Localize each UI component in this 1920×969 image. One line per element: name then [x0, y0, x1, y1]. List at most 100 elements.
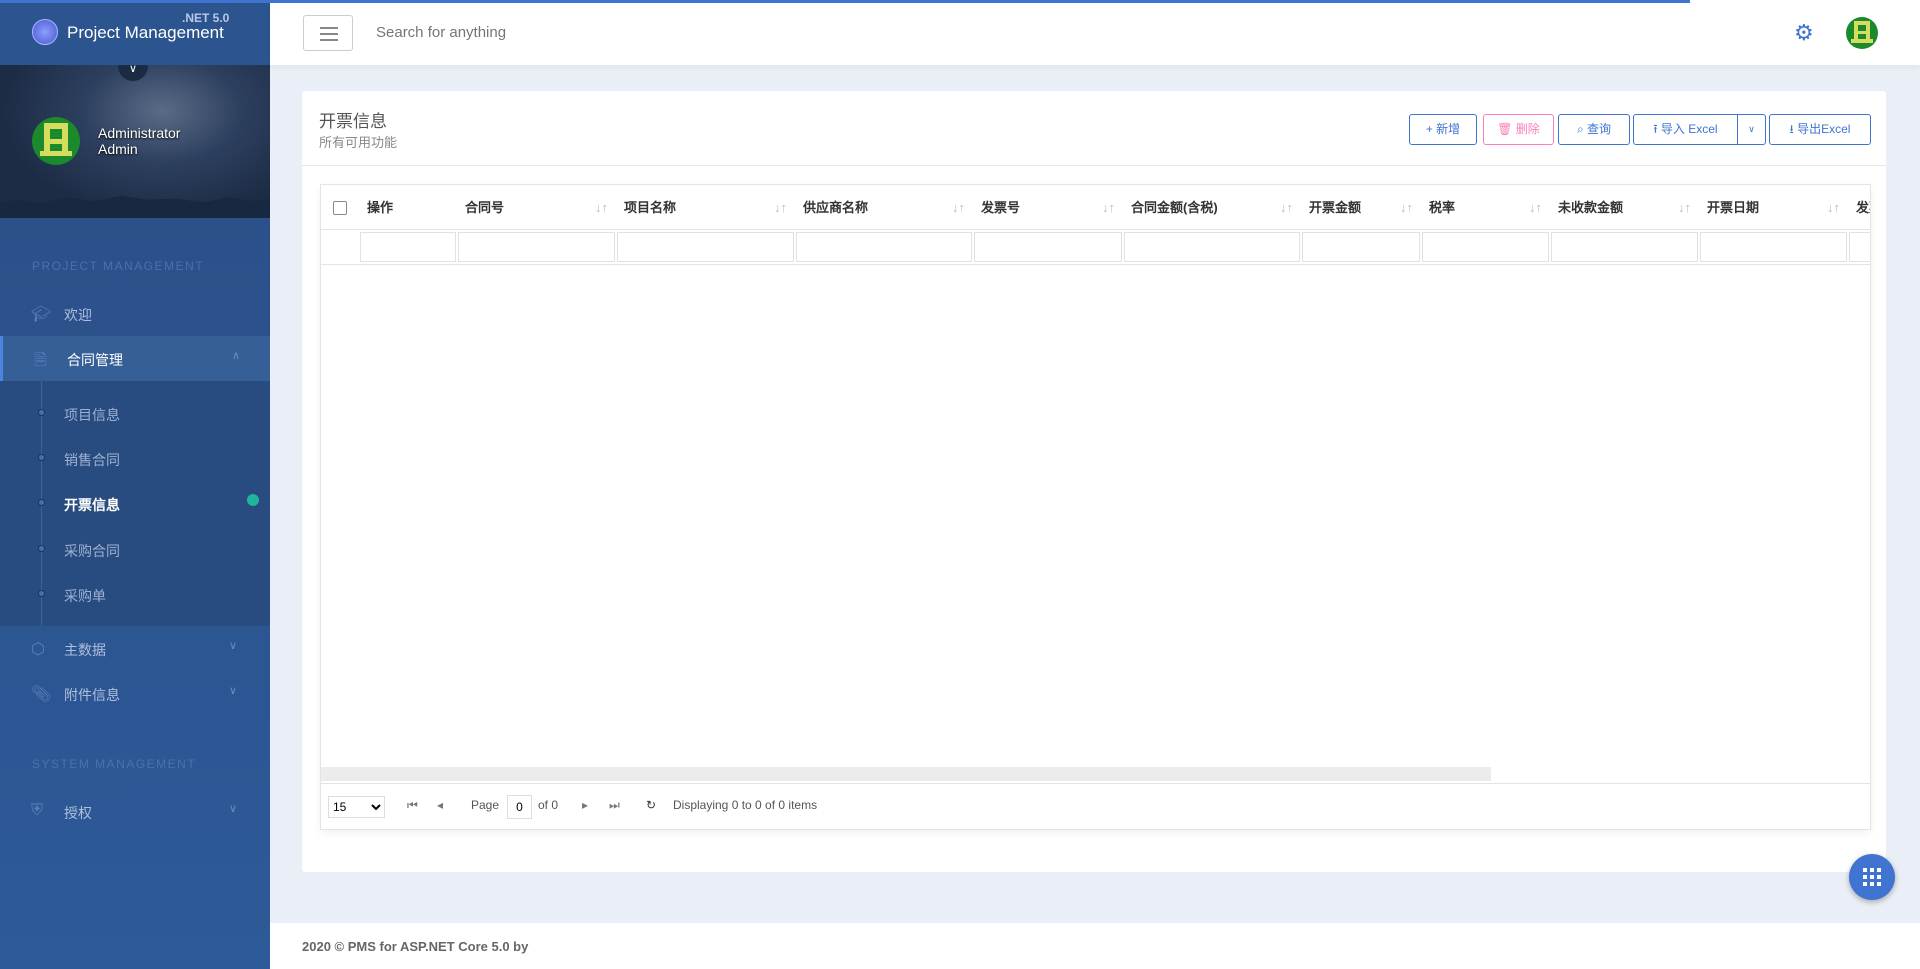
column-header-label: 开票日期: [1707, 200, 1760, 215]
user-banner: ∨ Administrator Admin: [0, 65, 270, 218]
column-header[interactable]: 项目名称 ↓↑: [616, 185, 795, 230]
sidebar-item-attachments[interactable]: 📎︎ 附件信息 ∨: [0, 671, 270, 716]
refresh-icon[interactable]: ↻: [646, 798, 656, 812]
column-filter-input[interactable]: [974, 232, 1122, 262]
column-filter-input[interactable]: [1302, 232, 1420, 262]
sort-icon[interactable]: ↓↑: [952, 185, 965, 230]
sidebar-item-welcome[interactable]: 🎓︎ 欢迎: [0, 291, 270, 336]
column-header-label: 供应商名称: [803, 200, 869, 215]
avatar[interactable]: [32, 117, 80, 165]
column-header-label: 合同号: [465, 200, 505, 215]
sidebar-item-label: 项目信息: [64, 407, 120, 423]
column-header[interactable]: 开票日期 ↓↑: [1699, 185, 1848, 230]
column-filter-input[interactable]: [1551, 232, 1698, 262]
column-header[interactable]: 未收款金额 ↓↑: [1550, 185, 1699, 230]
chevron-down-icon[interactable]: ∨: [118, 65, 148, 81]
sort-icon[interactable]: ↓↑: [1529, 185, 1542, 230]
gear-icon[interactable]: ⚙: [1794, 20, 1814, 46]
avatar[interactable]: [1846, 17, 1878, 49]
first-page-icon[interactable]: ⏮︎: [407, 798, 418, 813]
sidebar-subitem-purchase-contract[interactable]: 采购合同: [0, 529, 270, 569]
sidebar-subitem-sales-contract[interactable]: 销售合同: [0, 438, 270, 478]
column-header[interactable]: 发票↓↑: [1848, 185, 1870, 230]
submenu: 项目信息 销售合同 开票信息 采购合同 采购单: [0, 381, 270, 626]
user-name: Administrator: [98, 125, 181, 141]
last-page-icon[interactable]: ⏭︎: [609, 798, 620, 813]
sort-icon[interactable]: ↓↑: [595, 185, 608, 230]
column-filter-input[interactable]: [1700, 232, 1847, 262]
page-count: of 0: [538, 798, 559, 812]
topbar: ⚙: [270, 0, 1920, 65]
display-info: Displaying 0 to 0 of 0 items: [673, 798, 818, 812]
column-header-label: 未收款金额: [1558, 200, 1624, 215]
sidebar-item-label: 授权: [64, 805, 92, 821]
sort-icon[interactable]: ↓↑: [1678, 185, 1691, 230]
column-header[interactable]: 供应商名称 ↓↑: [795, 185, 973, 230]
query-button[interactable]: ⌕ 查询: [1558, 114, 1630, 145]
divider: [302, 165, 1886, 166]
trash-icon: 🗑︎: [1497, 122, 1516, 136]
column-header[interactable]: 合同金额(含税) ↓↑: [1123, 185, 1301, 230]
chevron-down-icon: ∨: [1748, 124, 1755, 134]
search-input[interactable]: [376, 24, 676, 41]
column-header[interactable]: 操作: [359, 185, 457, 230]
sidebar-subitem-invoice-info[interactable]: 开票信息: [0, 483, 270, 523]
page-size-select[interactable]: 15: [328, 796, 385, 818]
sidebar-item-master-data[interactable]: ⬡ 主数据 ∨: [0, 626, 270, 671]
sidebar: Project Management .NET 5.0 ∨ Administra…: [0, 0, 270, 969]
chevron-down-icon: ∨: [229, 640, 238, 652]
column-header[interactable]: 合同号 ↓↑: [457, 185, 616, 230]
sidebar-subitem-project-info[interactable]: 项目信息: [0, 393, 270, 433]
horizontal-scrollbar[interactable]: [321, 767, 1491, 781]
column-filter-input[interactable]: [1422, 232, 1549, 262]
column-header[interactable]: 开票金额 ↓↑: [1301, 185, 1421, 230]
sidebar-item-authorization[interactable]: ⛨ 授权 ∨: [0, 789, 270, 834]
sidebar-item-label: 采购合同: [64, 543, 120, 559]
column-filter-input[interactable]: [1849, 232, 1870, 262]
column-filter-input[interactable]: [1124, 232, 1300, 262]
brand-version: .NET 5.0: [182, 11, 230, 25]
user-role: Admin: [98, 141, 138, 157]
sort-icon[interactable]: ↓↑: [1400, 185, 1413, 230]
import-label: 导入 Excel: [1660, 122, 1718, 136]
export-excel-button[interactable]: ⭳ 导出Excel: [1769, 114, 1871, 145]
apps-grid-button[interactable]: [1849, 854, 1895, 900]
column-header-label: 税率: [1429, 200, 1456, 215]
footer: 2020 © PMS for ASP.NET Core 5.0 by: [270, 923, 1920, 969]
delete-button[interactable]: 🗑︎ 删除: [1483, 114, 1554, 145]
page-title: 开票信息: [319, 112, 387, 131]
column-filter-input[interactable]: [796, 232, 972, 262]
sort-icon[interactable]: ↓↑: [1827, 185, 1840, 230]
column-filter-input[interactable]: [617, 232, 794, 262]
sort-icon[interactable]: ↓↑: [1102, 185, 1115, 230]
delete-label: 删除: [1515, 122, 1540, 136]
section-project-management: PROJECT MANAGEMENT: [32, 259, 205, 273]
search-icon: ⌕: [1576, 122, 1588, 136]
prev-page-icon[interactable]: ◂: [437, 798, 443, 812]
sort-icon[interactable]: ↓↑: [774, 185, 787, 230]
paperclip-icon: 📎︎: [31, 686, 52, 703]
chevron-down-icon: ∨: [229, 803, 238, 815]
next-page-icon[interactable]: ▸: [582, 798, 588, 812]
menu-toggle-button[interactable]: [303, 15, 353, 51]
sidebar-item-label: 合同管理: [67, 352, 123, 368]
column-filter-input[interactable]: [360, 232, 456, 262]
query-label: 查询: [1587, 122, 1612, 136]
select-all-checkbox[interactable]: [333, 201, 347, 215]
invoice-table: 操作 合同号 ↓↑ 项目名称 ↓↑ 供应商名称 ↓↑ 发票号 ↓↑ 合同金额(含税) ↓↑ 开票金额 ↓…: [320, 184, 1871, 830]
sidebar-item-label: 主数据: [64, 642, 106, 658]
footer-text: 2020 © PMS for ASP.NET Core 5.0 by: [302, 939, 529, 954]
brand[interactable]: Project Management .NET 5.0: [0, 0, 270, 65]
column-header[interactable]: 发票号 ↓↑: [973, 185, 1123, 230]
page-input[interactable]: 0: [507, 795, 532, 819]
sort-icon[interactable]: ↓↑: [1280, 185, 1293, 230]
add-button[interactable]: + 新增: [1409, 114, 1477, 145]
column-header[interactable]: 税率 ↓↑: [1421, 185, 1550, 230]
import-dropdown-button[interactable]: ∨: [1737, 114, 1766, 145]
table-header-row: 操作 合同号 ↓↑ 项目名称 ↓↑ 供应商名称 ↓↑ 发票号 ↓↑ 合同金额(含税) ↓↑ 开票金额 ↓…: [321, 185, 1870, 230]
import-excel-button[interactable]: ⭱ 导入 Excel: [1633, 114, 1738, 145]
column-filter-input[interactable]: [458, 232, 615, 262]
sidebar-item-contract-management[interactable]: 🗎︎ 合同管理 ∧: [0, 336, 270, 381]
sidebar-subitem-purchase-order[interactable]: 采购单: [0, 574, 270, 614]
active-badge: [247, 494, 259, 506]
